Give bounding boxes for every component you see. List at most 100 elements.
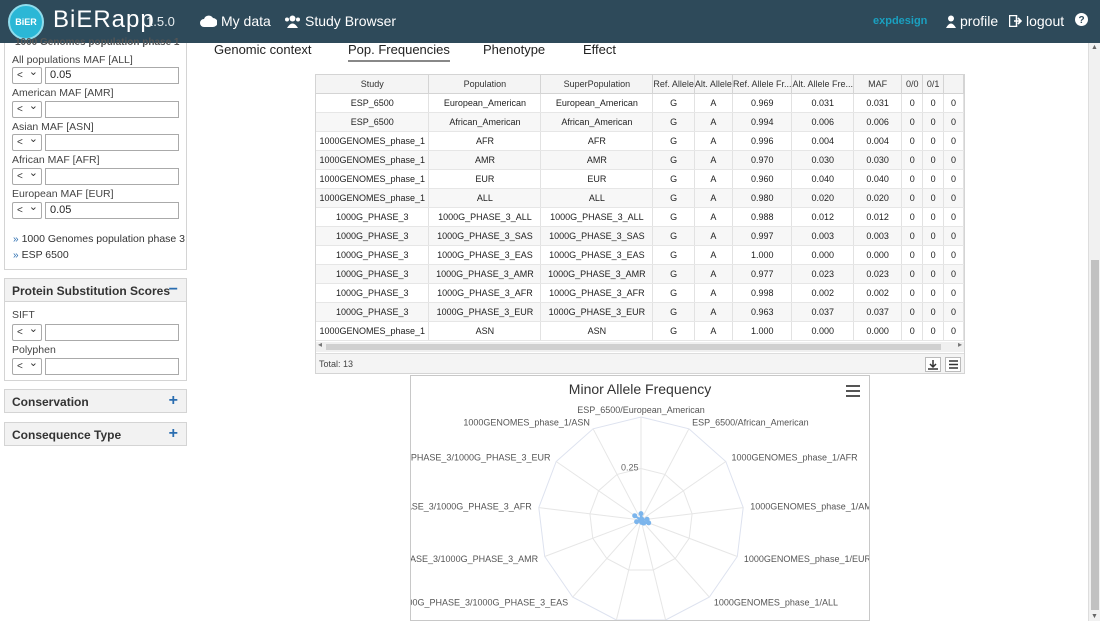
filter-sidebar: 1000 Genomes population phase 1 All popu… [4, 37, 187, 446]
table-cell: G [652, 264, 695, 284]
radial-tick-label: 0.25 [621, 463, 639, 473]
table-cell: 0 [922, 112, 945, 132]
column-header[interactable]: 0/1 [922, 75, 945, 94]
table-row[interactable]: 1000GENOMES_phase_1 ALL ALL G A 0.980 0.020 0.0… [316, 188, 964, 208]
protein-scores-header[interactable]: Protein Substitution Scores − [4, 278, 187, 302]
columns-menu-button[interactable] [945, 357, 961, 372]
table-row[interactable]: 1000G_PHASE_3 1000G_PHASE_3_AMR 1000G_PHAS… [316, 264, 964, 284]
table-cell: 0 [943, 283, 964, 303]
consequence-type-header[interactable]: Consequence Type + [4, 422, 187, 446]
help-button[interactable]: ? [1075, 13, 1088, 26]
maf-data-point[interactable] [646, 520, 652, 526]
afr-maf-operator[interactable]: < [12, 166, 42, 185]
sift-input[interactable] [45, 324, 179, 341]
table-cell: 1000G_PHASE_3_SAS [540, 226, 654, 246]
my-data-link[interactable]: My data [200, 13, 271, 29]
polyphen-input[interactable] [45, 358, 179, 375]
column-header[interactable]: Ref. Allele Fr... [732, 75, 793, 94]
polyphen-operator[interactable]: < [12, 356, 42, 375]
page-scrollbar[interactable]: ▲ ▼ [1088, 43, 1100, 621]
conservation-header[interactable]: Conservation + [4, 389, 187, 413]
table-cell: A [694, 226, 733, 246]
expand-icon[interactable]: + [169, 392, 178, 410]
scroll-right-icon[interactable]: ▸ [958, 340, 962, 349]
protein-scores-title: Protein Substitution Scores [12, 284, 171, 298]
afr-maf-input[interactable] [45, 168, 179, 185]
table-row[interactable]: 1000G_PHASE_3 1000G_PHASE_3_ALL 1000G_PHAS… [316, 207, 964, 227]
table-row[interactable]: 1000G_PHASE_3 1000G_PHASE_3_EAS 1000G_PHAS… [316, 245, 964, 265]
asn-maf-operator[interactable]: < [12, 132, 42, 151]
table-cell: G [652, 169, 695, 189]
page-scroll-thumb[interactable] [1091, 260, 1099, 610]
app-logo[interactable]: BiER [8, 4, 44, 40]
phase3-section-link[interactable]: » 1000 Genomes population phase 3 [13, 233, 185, 245]
grid-footer: Total: 13 [316, 353, 964, 373]
eur-maf-operator[interactable]: < [12, 200, 42, 219]
column-header[interactable]: Alt. Allele [694, 75, 733, 94]
scroll-left-icon[interactable]: ◂ [318, 340, 322, 349]
logout-link[interactable]: logout [1009, 13, 1064, 29]
table-row[interactable]: 1000G_PHASE_3 1000G_PHASE_3_EUR 1000G_PHAS… [316, 302, 964, 322]
maf-data-point[interactable] [638, 511, 644, 517]
all-maf-input[interactable]: 0.05 [45, 67, 179, 84]
column-header[interactable]: Population [428, 75, 542, 94]
table-cell: G [652, 207, 695, 227]
asn-maf-input[interactable] [45, 134, 179, 151]
tab-effect[interactable]: Effect [583, 42, 616, 57]
table-row[interactable]: ESP_6500 European_American European_Americ… [316, 93, 964, 113]
table-cell: 1000G_PHASE_3_AFR [428, 283, 542, 303]
download-button[interactable] [925, 357, 941, 372]
column-header[interactable]: MAF [853, 75, 903, 94]
table-row[interactable]: 1000GENOMES_phase_1 ASN ASN G A 1.000 0.000 0.0… [316, 321, 964, 341]
column-header[interactable]: Ref. Allele [652, 75, 695, 94]
scroll-down-icon[interactable]: ▼ [1091, 613, 1098, 620]
maf-data-point[interactable] [638, 517, 644, 523]
horizontal-scrollbar[interactable]: ◂ ▸ [316, 340, 964, 352]
table-cell: ALL [540, 188, 654, 208]
amr-maf-label: American MAF [AMR] [12, 87, 114, 99]
table-cell: 0 [943, 207, 964, 227]
table-row[interactable]: ESP_6500 African_American African_American… [316, 112, 964, 132]
table-row[interactable]: 1000GENOMES_phase_1 AFR AFR G A 0.996 0.004 0.0… [316, 131, 964, 151]
column-header[interactable] [943, 75, 964, 94]
table-cell: 1.000 [732, 321, 793, 341]
table-cell: 0 [943, 150, 964, 170]
table-row[interactable]: 1000GENOMES_phase_1 EUR EUR G A 0.960 0.040 0.0… [316, 169, 964, 189]
table-cell: 0.000 [853, 321, 903, 341]
table-cell: 0 [901, 226, 924, 246]
maf-data-point[interactable] [632, 513, 638, 519]
table-cell: 0.977 [732, 264, 793, 284]
table-cell: 1000G_PHASE_3_EUR [540, 302, 654, 322]
eur-maf-input[interactable]: 0.05 [45, 202, 179, 219]
study-browser-link[interactable]: Study Browser [284, 13, 396, 29]
amr-maf-input[interactable] [45, 101, 179, 118]
table-cell: A [694, 207, 733, 227]
collapse-icon[interactable]: − [169, 281, 178, 299]
table-cell: European_American [540, 93, 654, 113]
panel-cut-title: 1000 Genomes population phase 1 [15, 37, 180, 48]
table-cell: 0 [922, 131, 945, 151]
logout-icon [1009, 15, 1022, 27]
column-header[interactable]: Alt. Allele Fre... [791, 75, 855, 94]
column-header[interactable]: Study [316, 75, 430, 94]
sift-operator[interactable]: < [12, 322, 42, 341]
expdesign-brand[interactable]: expdesign [873, 15, 927, 27]
amr-maf-operator[interactable]: < [12, 99, 42, 118]
scroll-up-icon[interactable]: ▲ [1091, 44, 1098, 51]
column-header[interactable]: SuperPopulation [540, 75, 654, 94]
tab-phenotype[interactable]: Phenotype [483, 42, 545, 57]
table-cell: 0 [901, 245, 924, 265]
column-header[interactable]: 0/0 [901, 75, 924, 94]
scroll-thumb[interactable] [326, 344, 941, 350]
table-row[interactable]: 1000G_PHASE_3 1000G_PHASE_3_AFR 1000G_PHAS… [316, 283, 964, 303]
tab-genomic-context[interactable]: Genomic context [214, 42, 312, 57]
expand-icon[interactable]: + [169, 425, 178, 443]
profile-link[interactable]: profile [946, 13, 998, 29]
table-cell: 0 [901, 188, 924, 208]
app-name[interactable]: BiERapp [53, 6, 155, 34]
tab-pop-frequencies[interactable]: Pop. Frequencies [348, 42, 450, 62]
table-row[interactable]: 1000G_PHASE_3 1000G_PHASE_3_SAS 1000G_PHAS… [316, 226, 964, 246]
all-maf-operator[interactable]: < [12, 65, 42, 84]
table-row[interactable]: 1000GENOMES_phase_1 AMR AMR G A 0.970 0.030 0.0… [316, 150, 964, 170]
esp6500-section-link[interactable]: » ESP 6500 [13, 249, 69, 261]
